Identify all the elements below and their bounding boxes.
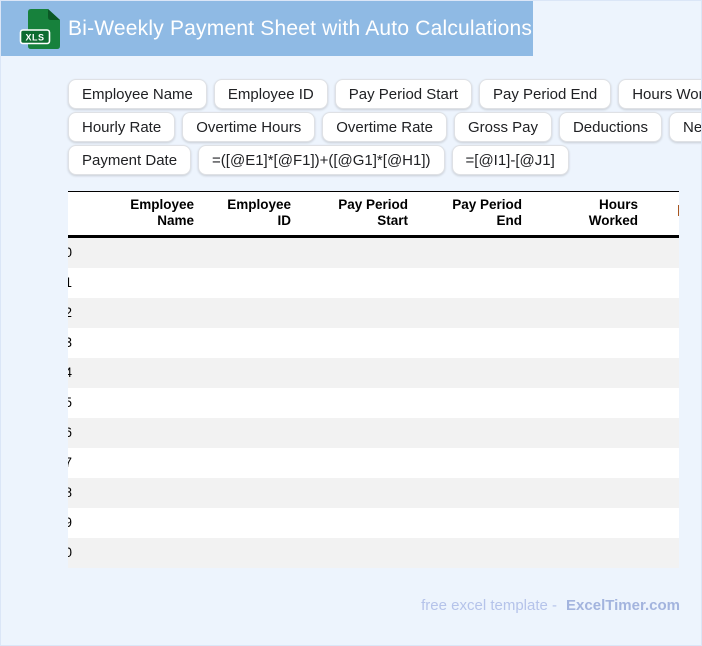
row-number: 2 <box>68 298 72 328</box>
chip-employee-name[interactable]: Employee Name <box>68 79 207 109</box>
column-header: Pay Period End <box>452 197 522 228</box>
chip-net-pay-formula[interactable]: =[@I1]-[@J1] <box>451 145 569 175</box>
row-number: 6 <box>68 418 72 448</box>
chip-payment-date[interactable]: Payment Date <box>68 145 192 175</box>
chip-row-2: Hourly Rate Overtime Hours Overtime Rate… <box>68 112 701 142</box>
chip-overtime-rate[interactable]: Overtime Rate <box>322 112 447 142</box>
column-header: Employee Name <box>130 197 194 228</box>
footer-brand-link[interactable]: ExcelTimer.com <box>566 597 680 614</box>
row-number: 10 <box>68 538 72 568</box>
table-row: 10 <box>68 538 679 568</box>
xls-file-icon: XLS <box>19 8 60 49</box>
row-number: 8 <box>68 478 72 508</box>
chip-row-3: Payment Date =([@E1]*[@F1])+([@G1]*[@H1]… <box>68 145 693 175</box>
table-row: 6 <box>68 418 679 448</box>
file-icon-badge-label: XLS <box>25 32 44 42</box>
table-row: 4 <box>68 358 679 388</box>
chip-pay-period-end[interactable]: Pay Period End <box>478 79 612 109</box>
table-row: 5 <box>68 388 679 418</box>
row-number: 7 <box>68 448 72 478</box>
column-header: Pay Period Start <box>338 197 408 228</box>
chip-gross-pay[interactable]: Gross Pay <box>453 112 552 142</box>
table-body: 012345678910 <box>68 238 679 568</box>
table-row: 1 <box>68 268 679 298</box>
footer: free excel template - ExcelTimer.com <box>421 597 680 614</box>
row-number: 0 <box>68 238 72 268</box>
column-header: Employee ID <box>227 197 291 228</box>
table-row: 9 <box>68 508 679 538</box>
payroll-table: Employee Name Employee ID Pay Period Start… <box>68 191 679 568</box>
column-chips: Employee Name Employee ID Pay Period Sta… <box>68 79 701 178</box>
row-number: 3 <box>68 328 72 358</box>
table-row: 7 <box>68 448 679 478</box>
table-row: 8 <box>68 478 679 508</box>
table-row: 3 <box>68 328 679 358</box>
page-title: Bi-Weekly Payment Sheet with Auto Calcul… <box>68 16 533 40</box>
chip-overtime-hours[interactable]: Overtime Hours <box>182 112 316 142</box>
chip-row-1: Employee Name Employee ID Pay Period Sta… <box>68 79 701 109</box>
column-header: Hours Worked <box>588 197 638 228</box>
table-header-row: Employee Name Employee ID Pay Period Start… <box>68 192 679 238</box>
page: XLS Bi-Weekly Payment Sheet with Auto Ca… <box>0 0 702 646</box>
chip-hourly-rate[interactable]: Hourly Rate <box>68 112 176 142</box>
chip-net-pay[interactable]: Net Pay <box>669 112 701 142</box>
file-icon-fold <box>48 8 60 20</box>
row-number: 4 <box>68 358 72 388</box>
table-row: 2 <box>68 298 679 328</box>
chip-gross-pay-formula[interactable]: =([@E1]*[@F1])+([@G1]*[@H1]) <box>198 145 445 175</box>
header-bar: XLS Bi-Weekly Payment Sheet with Auto Ca… <box>1 1 533 56</box>
row-number: 9 <box>68 508 72 538</box>
footer-text: free excel template - <box>421 597 558 614</box>
chip-employee-id[interactable]: Employee ID <box>213 79 328 109</box>
table-row: 0 <box>68 238 679 268</box>
chip-hours-worked[interactable]: Hours Worked <box>618 79 701 109</box>
row-number: 1 <box>68 268 72 298</box>
chip-deductions[interactable]: Deductions <box>558 112 663 142</box>
chip-pay-period-start[interactable]: Pay Period Start <box>334 79 472 109</box>
clipped-header-fragment <box>678 205 679 216</box>
row-number: 5 <box>68 388 72 418</box>
